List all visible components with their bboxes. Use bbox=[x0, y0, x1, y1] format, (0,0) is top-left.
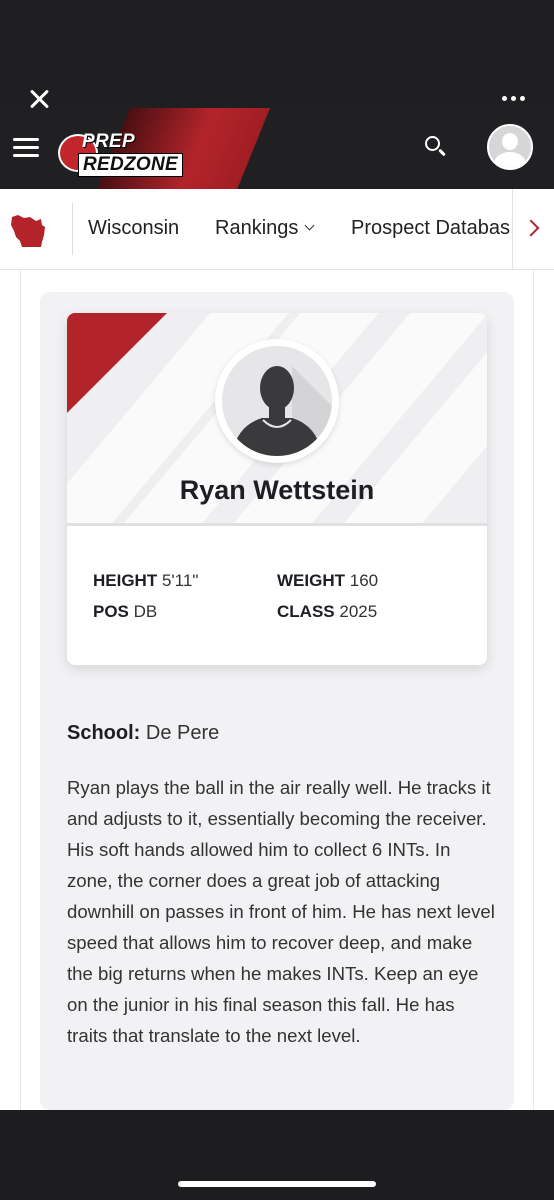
search-icon[interactable] bbox=[424, 135, 448, 159]
stat-position: POS DB bbox=[93, 602, 157, 622]
user-avatar-icon[interactable] bbox=[487, 124, 533, 170]
browser-top-bar bbox=[0, 0, 554, 108]
player-bio: Ryan plays the ball in the air really we… bbox=[67, 777, 495, 1046]
stat-height: HEIGHT 5'11" bbox=[93, 571, 198, 591]
state-nav-bar: Wisconsin Rankings Prospect Databas bbox=[0, 189, 554, 270]
nav-item-rankings[interactable]: Rankings bbox=[215, 217, 315, 240]
nav-item-prospect-database[interactable]: Prospect Databas bbox=[351, 217, 513, 240]
stat-height-value: 5'11" bbox=[161, 571, 199, 590]
school-label: School: bbox=[67, 722, 141, 744]
more-icon[interactable] bbox=[498, 88, 528, 108]
logo-text-bottom: REDZONE bbox=[78, 153, 183, 177]
nav-scroll-right-button[interactable] bbox=[512, 189, 554, 269]
card-divider bbox=[67, 523, 487, 526]
player-headshot bbox=[215, 339, 339, 463]
stat-class-label: CLASS bbox=[277, 602, 335, 621]
stat-weight-label: WEIGHT bbox=[277, 571, 345, 590]
player-silhouette-icon bbox=[232, 366, 332, 456]
stat-position-value: DB bbox=[133, 602, 158, 621]
home-indicator[interactable] bbox=[178, 1181, 376, 1187]
wisconsin-state-icon[interactable] bbox=[8, 209, 50, 249]
player-profile-panel: Ryan Wettstein HEIGHT 5'11" WEIGHT 160 P… bbox=[40, 292, 514, 1110]
menu-icon[interactable] bbox=[13, 138, 39, 158]
logo-text-top: PREP bbox=[82, 131, 135, 152]
player-school: School: De Pere bbox=[67, 722, 219, 745]
stat-class-value: 2025 bbox=[339, 602, 378, 621]
school-value: De Pere bbox=[145, 722, 220, 744]
stat-height-label: HEIGHT bbox=[93, 571, 158, 590]
nav-item-rankings-label: Rankings bbox=[215, 217, 299, 239]
player-card: Ryan Wettstein HEIGHT 5'11" WEIGHT 160 P… bbox=[67, 313, 487, 665]
player-name: Ryan Wettstein bbox=[179, 475, 375, 505]
content-border-right bbox=[533, 270, 534, 1110]
site-header: PREP REDZONE bbox=[0, 108, 554, 189]
nav-item-wisconsin[interactable]: Wisconsin bbox=[88, 217, 179, 240]
main-content: Ryan Wettstein HEIGHT 5'11" WEIGHT 160 P… bbox=[0, 270, 554, 1110]
stat-class: CLASS 2025 bbox=[277, 602, 377, 622]
stat-weight-value: 160 bbox=[349, 571, 379, 590]
chevron-right-icon bbox=[522, 219, 540, 237]
card-corner-accent bbox=[67, 313, 167, 413]
prep-redzone-logo[interactable]: PREP REDZONE bbox=[56, 128, 183, 178]
stat-position-label: POS bbox=[93, 602, 129, 621]
content-border-left bbox=[20, 270, 21, 1110]
stat-weight: WEIGHT 160 bbox=[277, 571, 378, 591]
nav-divider bbox=[72, 203, 73, 255]
chevron-down-icon bbox=[304, 220, 315, 231]
